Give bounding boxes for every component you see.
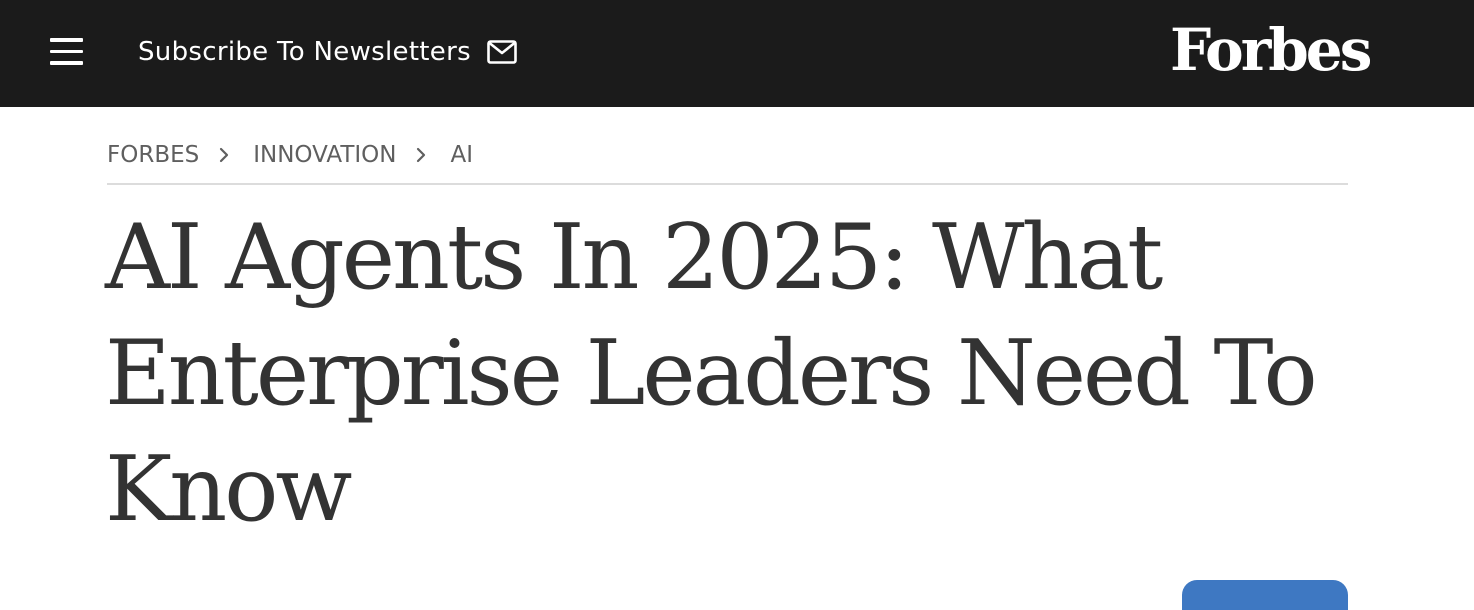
subscribe-newsletters-link[interactable]: Subscribe To Newsletters: [138, 34, 517, 70]
breadcrumb-divider: [107, 183, 1348, 185]
subscribe-label: Subscribe To Newsletters: [138, 37, 471, 67]
chevron-right-icon: [220, 147, 229, 163]
menu-bar-line: [50, 38, 83, 42]
article-headline: AI Agents In 2025: What Enterprise Leade…: [105, 205, 1318, 542]
breadcrumb-item-ai[interactable]: AI: [450, 142, 473, 168]
breadcrumb-item-innovation[interactable]: INNOVATION: [253, 142, 396, 168]
envelope-icon: [487, 40, 517, 64]
top-navigation-bar: Subscribe To Newsletters Forbes: [0, 0, 1474, 107]
forbes-logo[interactable]: Forbes: [1170, 10, 1380, 90]
menu-bar-line: [50, 49, 83, 53]
menu-bar-line: [50, 61, 83, 65]
breadcrumb-item-forbes[interactable]: FORBES: [107, 142, 199, 168]
action-button[interactable]: [1182, 580, 1348, 610]
chevron-right-icon: [417, 147, 426, 163]
hamburger-menu-icon[interactable]: [50, 38, 83, 65]
breadcrumb: FORBES INNOVATION AI: [107, 138, 473, 172]
